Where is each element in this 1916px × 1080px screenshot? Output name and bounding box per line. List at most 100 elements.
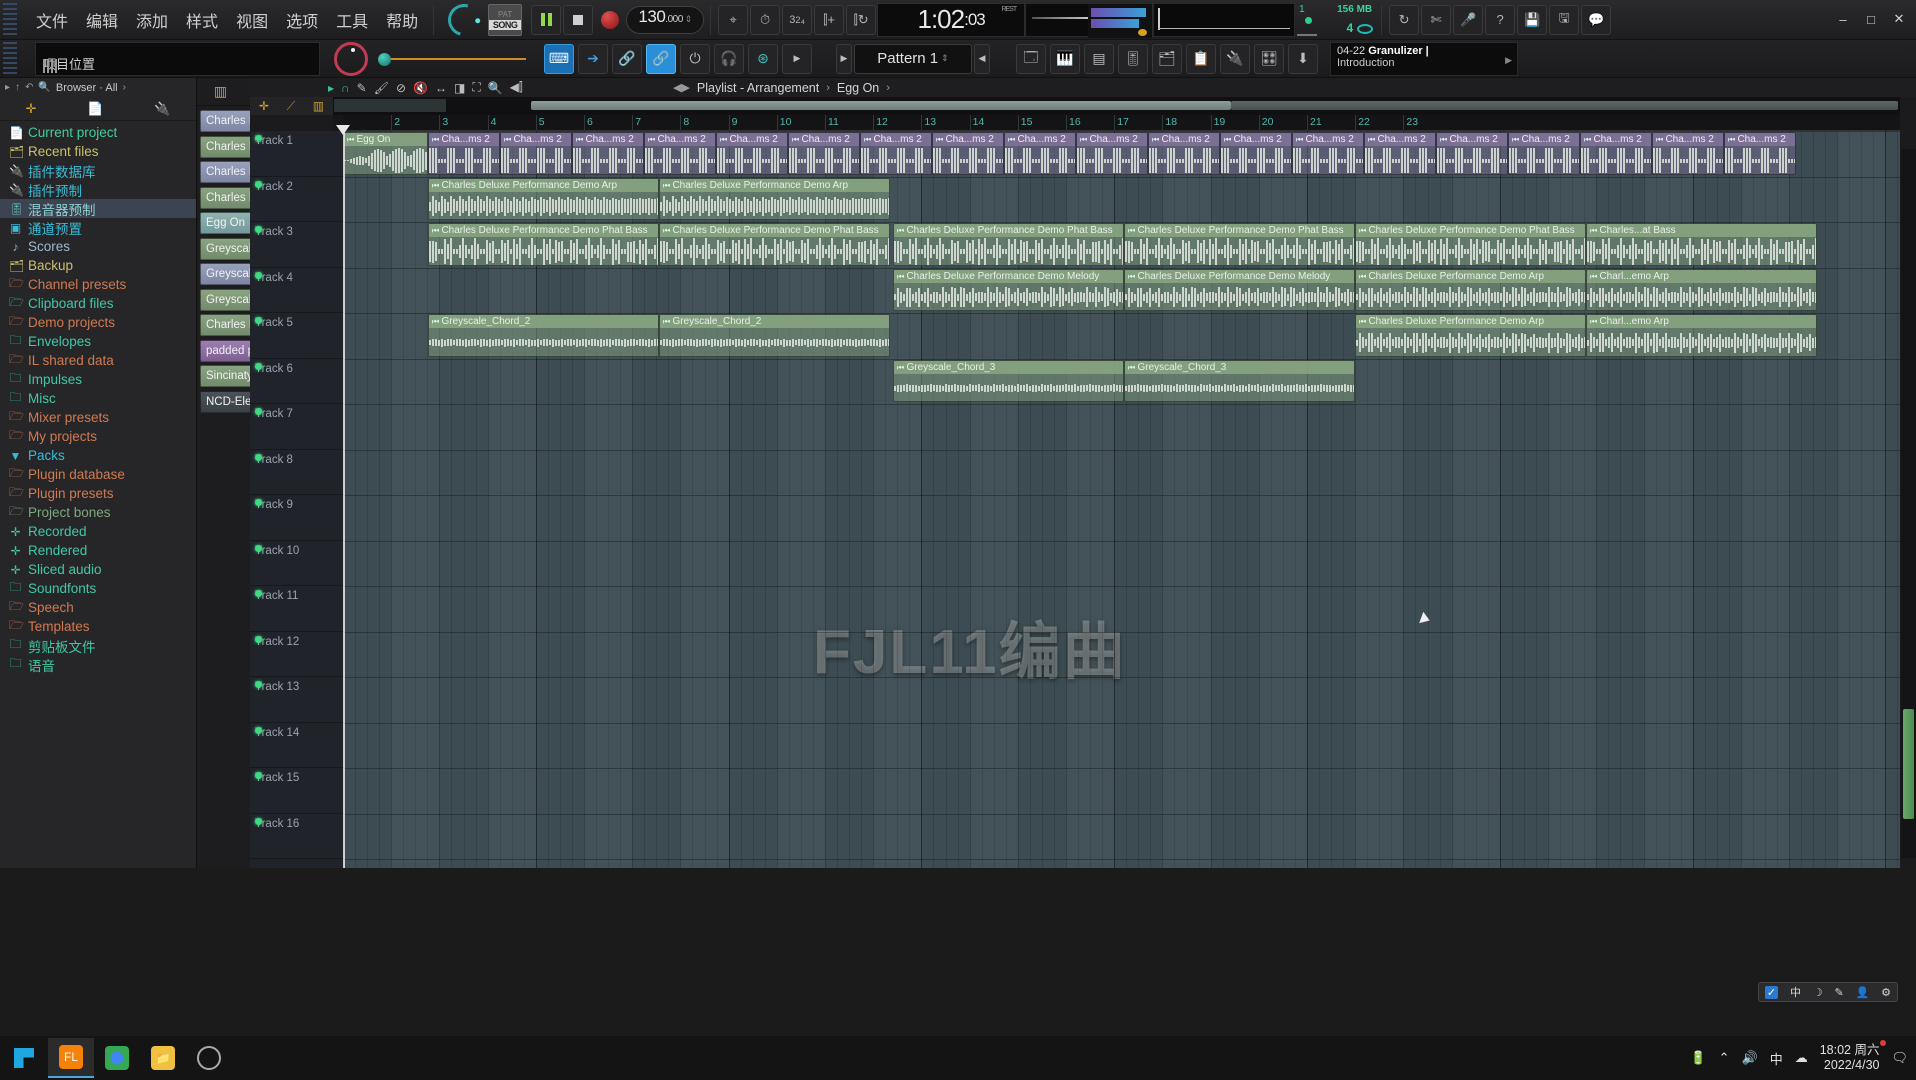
playlist-clip[interactable]: Cha...ms 2 <box>572 132 644 175</box>
close-button[interactable]: ✕ <box>1886 8 1912 30</box>
arrow-right-button[interactable]: ➔ <box>578 43 608 74</box>
browser-item-21[interactable]: ✛ Recorded <box>0 522 196 541</box>
browser-item-12[interactable]: 🗁 IL shared data <box>0 351 196 370</box>
track-enable-led[interactable] <box>255 362 262 370</box>
track-enable-led[interactable] <box>255 499 262 506</box>
playlist-clip[interactable]: Cha...ms 2 <box>932 132 1004 175</box>
expand-button[interactable]: ▶ <box>782 43 812 74</box>
effects-button[interactable]: 🎛 <box>1254 43 1284 74</box>
save-button[interactable]: 💾 <box>1517 4 1548 35</box>
horizontal-scrollbar-track[interactable] <box>1231 101 1898 110</box>
record-button[interactable] <box>595 5 625 35</box>
start-button[interactable] <box>0 1036 48 1080</box>
midi-link-button[interactable]: 🔗 <box>612 43 642 74</box>
slice-tool-icon[interactable]: ◨ <box>454 81 465 95</box>
microphone-button[interactable]: 🎤 <box>1453 4 1484 35</box>
playlist-clip[interactable]: Cha...ms 2 <box>428 132 500 175</box>
menu-help[interactable]: 帮助 <box>377 3 427 37</box>
magnet-snap-icon[interactable]: ∩ <box>341 81 350 95</box>
playlist-clip[interactable]: Cha...ms 2 <box>1004 132 1076 175</box>
paint-tool-icon[interactable]: 🖌 <box>374 81 389 95</box>
save-as-button[interactable]: 🖫 <box>1549 4 1580 35</box>
browser-item-25[interactable]: 🗁 Speech <box>0 598 196 617</box>
plugin-icon[interactable]: 🔌 <box>154 101 170 117</box>
channel-rack-button[interactable]: ▤ <box>1084 43 1114 74</box>
browser-item-14[interactable]: 🗀 Misc <box>0 389 196 408</box>
playlist-clip[interactable]: Charles Deluxe Performance Demo Arp <box>659 177 890 220</box>
browser-item-8[interactable]: 🗁 Channel presets <box>0 275 196 294</box>
track-header-13[interactable]: Track 13 <box>250 677 343 723</box>
playlist-clip[interactable]: Cha...ms 2 <box>500 132 572 175</box>
playlist-clip[interactable]: Cha...ms 2 <box>1364 132 1436 175</box>
track-header-11[interactable]: Track 11 <box>250 586 343 632</box>
browser-item-1[interactable]: 🗂 Recent files <box>0 142 196 161</box>
chevron-up-icon[interactable]: ⌃ <box>1719 1050 1730 1066</box>
browser-button[interactable]: 🗂 <box>1152 43 1182 74</box>
browser-item-5[interactable]: ▣ 通道预置 <box>0 218 196 237</box>
track-enable-led[interactable] <box>255 226 262 233</box>
taskbar-clock[interactable]: 18:02 周六 2022/4/30 <box>1820 1040 1887 1073</box>
taskbar-app-explorer[interactable]: 📁 <box>140 1038 186 1078</box>
browser-item-24[interactable]: 🗀 Soundfonts <box>0 579 196 598</box>
typing-keyboard-button[interactable]: ⌨ <box>544 43 574 74</box>
action-center-icon[interactable]: 🗨 <box>1891 1050 1908 1066</box>
playlist-clip[interactable]: Greyscale_Chord_3 <box>893 359 1124 402</box>
time-display[interactable]: 1:02:03 REST <box>877 2 1026 37</box>
track-header-4[interactable]: Track 4 <box>250 268 343 313</box>
taskbar-app-chrome[interactable] <box>94 1038 140 1078</box>
browser-item-3[interactable]: 🔌 插件预制 <box>0 180 196 199</box>
track-header-8[interactable]: Track 8 <box>250 450 343 495</box>
ime-user-icon[interactable]: 👤 <box>1856 986 1870 999</box>
ime-settings-icon[interactable]: ⚙ <box>1881 986 1891 999</box>
delete-tool-icon[interactable]: ⊘ <box>396 81 406 95</box>
playlist-clip[interactable]: Cha...ms 2 <box>1436 132 1508 175</box>
playlist-clip[interactable]: Greyscale_Chord_2 <box>428 314 659 357</box>
browser-item-26[interactable]: 🗁 Templates <box>0 617 196 636</box>
menu-view[interactable]: 视图 <box>227 3 277 37</box>
search-icon[interactable]: 🔍 <box>38 82 50 93</box>
clip-indicator[interactable] <box>1138 28 1148 36</box>
track-header-3[interactable]: Track 3 <box>250 222 343 268</box>
playlist-overview-mini[interactable] <box>334 99 446 112</box>
tempo-spinner-icon[interactable]: ⇕ <box>685 14 693 25</box>
pattern-next-button[interactable]: ◀ <box>974 43 990 74</box>
track-header-15[interactable]: Track 15 <box>250 768 343 814</box>
pattern-prev-button[interactable]: ▶ <box>836 43 852 74</box>
browser-item-0[interactable]: 📄 Current project <box>0 123 196 142</box>
playhead-marker[interactable] <box>336 125 350 135</box>
notes-button[interactable]: 📋 <box>1186 43 1216 74</box>
select-tool-icon[interactable]: ⛶ <box>472 80 480 95</box>
browser-item-15[interactable]: 🗁 Mixer presets <box>0 408 196 427</box>
track-enable-led[interactable] <box>255 317 262 324</box>
track-header-14[interactable]: Track 14 <box>250 723 343 768</box>
browser-item-10[interactable]: 🗁 Demo projects <box>0 313 196 332</box>
piano-roll-button[interactable]: 🎹 <box>1050 43 1080 74</box>
browser-item-23[interactable]: ✛ Sliced audio <box>0 560 196 579</box>
scissors-button[interactable]: ✄ <box>1421 4 1452 35</box>
master-volume-slider[interactable] <box>378 52 526 66</box>
browser-item-2[interactable]: 🔌 插件数据库 <box>0 161 196 180</box>
playlist-clip[interactable]: Charles Deluxe Performance Demo Arp <box>1355 314 1586 357</box>
file-icon[interactable]: 📄 <box>87 101 103 117</box>
playlist-window-button[interactable]: 🗔 <box>1016 43 1046 74</box>
headphones-button[interactable]: 🎧 <box>714 43 744 74</box>
ime-pen-icon[interactable]: ✎ <box>1835 986 1844 999</box>
track-enable-led[interactable] <box>255 408 262 415</box>
playlist-clip[interactable]: Cha...ms 2 <box>1220 132 1292 175</box>
plugin-expand-icon[interactable]: ▶ <box>1505 55 1512 66</box>
menu-patterns[interactable]: 样式 <box>177 3 227 37</box>
taskbar-app-clock[interactable] <box>186 1038 232 1078</box>
zoom-tool-icon[interactable]: 🔍 <box>488 81 503 95</box>
ime-toolbar[interactable]: ✓ 中 ☽ ✎ 👤 ⚙ <box>1758 982 1898 1002</box>
playlist-clip[interactable]: Charles Deluxe Performance Demo Melody <box>893 268 1124 311</box>
mute-tool-icon[interactable]: 🔇 <box>413 81 428 95</box>
project-picker-button[interactable]: ⬇ <box>1288 43 1318 74</box>
browser-item-17[interactable]: ▼ Packs <box>0 446 196 465</box>
draw-tool-icon[interactable]: ✎ <box>357 81 367 95</box>
playlist-clip[interactable]: Charles Deluxe Performance Demo Melody <box>1124 268 1355 311</box>
battery-icon[interactable]: 🔋 <box>1690 1050 1706 1066</box>
chevron-right-icon[interactable]: ▸ <box>5 82 10 93</box>
mixer-button[interactable]: 🎚 <box>1118 43 1148 74</box>
playlist-clip[interactable]: Charles Deluxe Performance Demo Arp <box>428 177 659 220</box>
plugin-picker-button[interactable]: 🔌 <box>1220 43 1250 74</box>
